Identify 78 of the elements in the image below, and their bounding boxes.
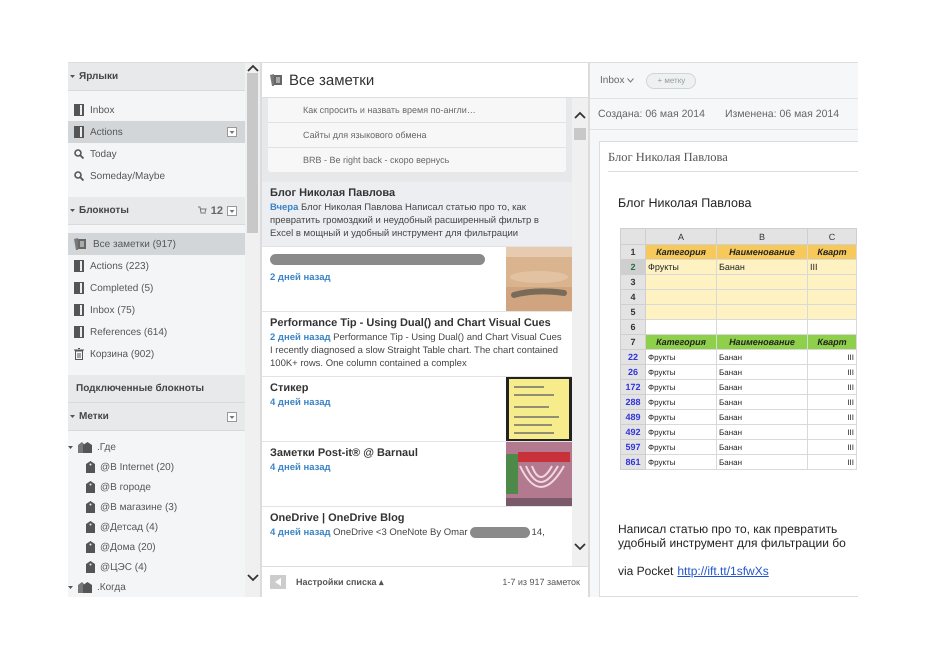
note-heading: Блог Николая Павлова — [617, 195, 752, 212]
recent-note[interactable]: BRB - Be right back - скоро вернусь — [268, 147, 566, 172]
scroll-down-icon[interactable] — [246, 573, 258, 583]
section-header[interactable]: Ярлыки — [68, 63, 245, 91]
search-icon — [74, 149, 84, 159]
dropdown-button[interactable] — [227, 127, 237, 137]
shortcut-item[interactable]: Someday/Maybe — [68, 165, 245, 187]
dropdown-button[interactable] — [227, 206, 237, 216]
left-triangle-icon — [275, 578, 281, 586]
tag-item[interactable]: @B городе — [68, 477, 245, 497]
scroll-up-icon[interactable] — [246, 63, 258, 73]
tag-icon — [86, 561, 95, 573]
via-label: via Pocket — [618, 564, 674, 578]
note-item[interactable]: Блог Николая Павлова Вчера Блог Николая Павлова Написал статью про то, как превратить громоздкий и неудобный расширенный фильтр в Excel в мощный и удобный инструмент для фильтрации — [262, 182, 572, 247]
tag-icon — [86, 541, 95, 553]
search-icon — [74, 171, 84, 181]
scroll-down-icon[interactable] — [574, 542, 586, 552]
shortcut-item[interactable]: Actions — [68, 121, 245, 143]
notebook-item[interactable]: References (614) — [68, 321, 245, 343]
section-header[interactable]: Блокноты 12 — [68, 197, 245, 225]
notebook-item[interactable]: Inbox (75) — [68, 299, 245, 321]
notes-stack-icon — [74, 238, 87, 250]
redaction-mark — [470, 526, 530, 538]
dropdown-button[interactable] — [227, 412, 237, 422]
tag-group[interactable]: .Когда — [68, 577, 245, 597]
section-header[interactable]: Подключенные блокноты — [68, 375, 245, 403]
notebook-icon — [74, 260, 84, 272]
collapse-icon[interactable] — [70, 74, 75, 79]
collapse-icon[interactable] — [68, 444, 73, 450]
scroll-thumb[interactable] — [247, 73, 258, 233]
note-title[interactable]: Блог Николая Павлова — [608, 142, 858, 172]
chevron-down-icon — [627, 78, 634, 83]
tags-icon — [78, 581, 92, 593]
tag-icon — [86, 481, 95, 493]
note-paragraph: Написал статью про то, как превратить — [618, 522, 838, 536]
scroll-up-icon[interactable] — [574, 110, 586, 120]
shortcut-item[interactable]: Today — [68, 143, 245, 165]
notebook-item[interactable]: Actions (223) — [68, 255, 245, 277]
note-item[interactable]: 2 дней назад — [262, 247, 572, 312]
source-link[interactable]: http://ift.tt/1sfwXs — [677, 564, 769, 578]
section-header[interactable]: Метки — [68, 403, 245, 431]
collapse-icon[interactable] — [70, 414, 75, 419]
note-item[interactable]: Заметки Post-it® @ Barnaul 4 дней назад — [262, 442, 572, 507]
collapse-icon[interactable] — [70, 208, 75, 213]
tag-icon — [86, 461, 95, 473]
tag-item[interactable]: @B магазине (3) — [68, 497, 245, 517]
shortcut-item[interactable]: Inbox — [68, 99, 245, 121]
tag-icon — [86, 521, 95, 533]
tag-icon — [86, 501, 95, 513]
notebook-icon — [74, 282, 84, 294]
stack-count: 12 — [210, 204, 223, 216]
notebook-icon — [74, 104, 84, 116]
notebook-icon — [74, 126, 84, 138]
tag-item[interactable]: @B Internet (20) — [68, 457, 245, 477]
notebook-item[interactable]: Корзина (902) — [68, 343, 245, 365]
notebook-item[interactable]: Completed (5) — [68, 277, 245, 299]
scroll-thumb[interactable] — [574, 128, 586, 140]
recent-note[interactable]: Как спросить и назвать время по-англи… — [268, 98, 566, 122]
list-settings-link[interactable]: Настройки списка ▴ — [296, 577, 492, 587]
modified-date: Изменена: 06 мая 2014 — [724, 108, 840, 120]
tags-icon — [78, 441, 92, 453]
tag-item[interactable]: @Дома (20) — [68, 537, 245, 557]
recent-note[interactable]: Сайты для языкового обмена — [268, 122, 566, 147]
tag-group[interactable]: .Где — [68, 437, 245, 457]
trash-icon — [74, 348, 84, 360]
spreadsheet: A B C 1 Категория Наименование Кварт 2 Фрукты Банан III 3 4 5 6 7 Категория Наименование Кварт 22 Фрукты Банан III 26 Фрукты Банан III 172 Фрукты Банан III 288 Фрукты Банан III 489 Фрукты Банан III 492 Фрукты Банан III 597 Фрукты Банан III 861 Фрукты Банан III — [620, 228, 857, 470]
notebook-icon — [74, 304, 84, 316]
note-item[interactable]: Стикер 4 дней назад — [262, 377, 572, 442]
notebook-item[interactable]: Все заметки (917) — [68, 233, 245, 255]
note-paragraph: удобный инструмент для фильтрации бо — [618, 536, 847, 550]
collapse-icon[interactable] — [68, 584, 73, 590]
notebook-selector[interactable]: Inbox — [600, 75, 634, 86]
notebook-icon — [74, 326, 84, 338]
tag-item[interactable]: @Детсад (4) — [68, 517, 245, 537]
notes-stack-icon — [270, 74, 283, 86]
created-date: Создана: 06 мая 2014 — [598, 108, 705, 120]
tag-item[interactable]: @ЦЭС (4) — [68, 557, 245, 577]
note-count: 1-7 из 917 заметок — [502, 577, 580, 587]
